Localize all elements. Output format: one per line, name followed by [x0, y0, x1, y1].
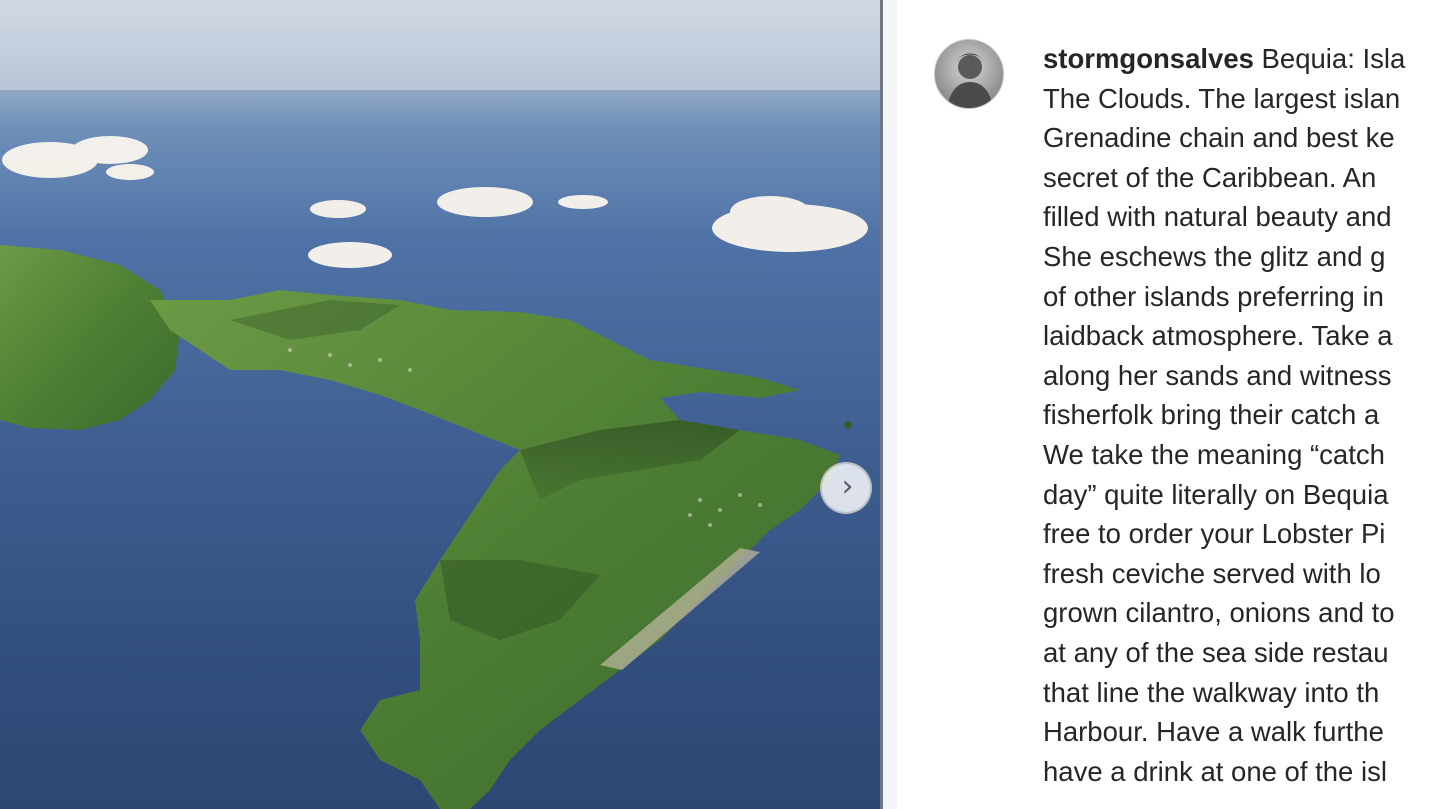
caption-line: have a drink at one of the isl: [1043, 755, 1387, 787]
chevron-right-icon: ›: [841, 468, 854, 504]
caption-text: Bequia: Isla: [1253, 43, 1406, 74]
caption-line: The Clouds. The largest islan: [1043, 82, 1401, 114]
post-caption: stormgonsalves Bequia: Isla The Clouds. …: [1043, 39, 1440, 791]
caption-line: at any of the sea side restau: [1043, 636, 1389, 668]
caption-line: day” quite literally on Bequia: [1043, 478, 1389, 510]
next-image-button[interactable]: ›: [820, 462, 872, 514]
profile-photo-icon: [947, 53, 993, 108]
aerial-island-image: [0, 0, 882, 809]
caption-line: secret of the Caribbean. An: [1043, 161, 1377, 193]
username-link[interactable]: stormgonsalves: [1043, 43, 1254, 74]
caption-line: of other islands preferring in: [1043, 280, 1384, 312]
avatar[interactable]: [934, 39, 1004, 109]
caption-line: fisherfolk bring their catch a: [1043, 399, 1380, 431]
caption-line: We take the meaning “catch: [1043, 438, 1385, 470]
panel-gutter: [883, 0, 897, 809]
post-photo[interactable]: [0, 0, 882, 809]
caption-line: that line the walkway into th: [1043, 676, 1380, 708]
caption-line: grown cilantro, onions and to: [1043, 597, 1395, 629]
caption-line: free to order your Lobster Pi: [1043, 518, 1386, 550]
caption-line: She eschews the glitz and g: [1043, 240, 1386, 272]
caption-first-line: stormgonsalves Bequia: Isla: [1043, 39, 1440, 79]
caption-line: filled with natural beauty and: [1043, 201, 1392, 233]
caption-line: Grenadine chain and best ke: [1043, 122, 1395, 154]
caption-line: Harbour. Have a walk furthe: [1043, 716, 1384, 748]
caption-line: fresh ceviche served with lo: [1043, 557, 1381, 589]
caption-line: laidback atmosphere. Take a: [1043, 320, 1393, 352]
caption-line: along her sands and witness: [1043, 359, 1392, 391]
